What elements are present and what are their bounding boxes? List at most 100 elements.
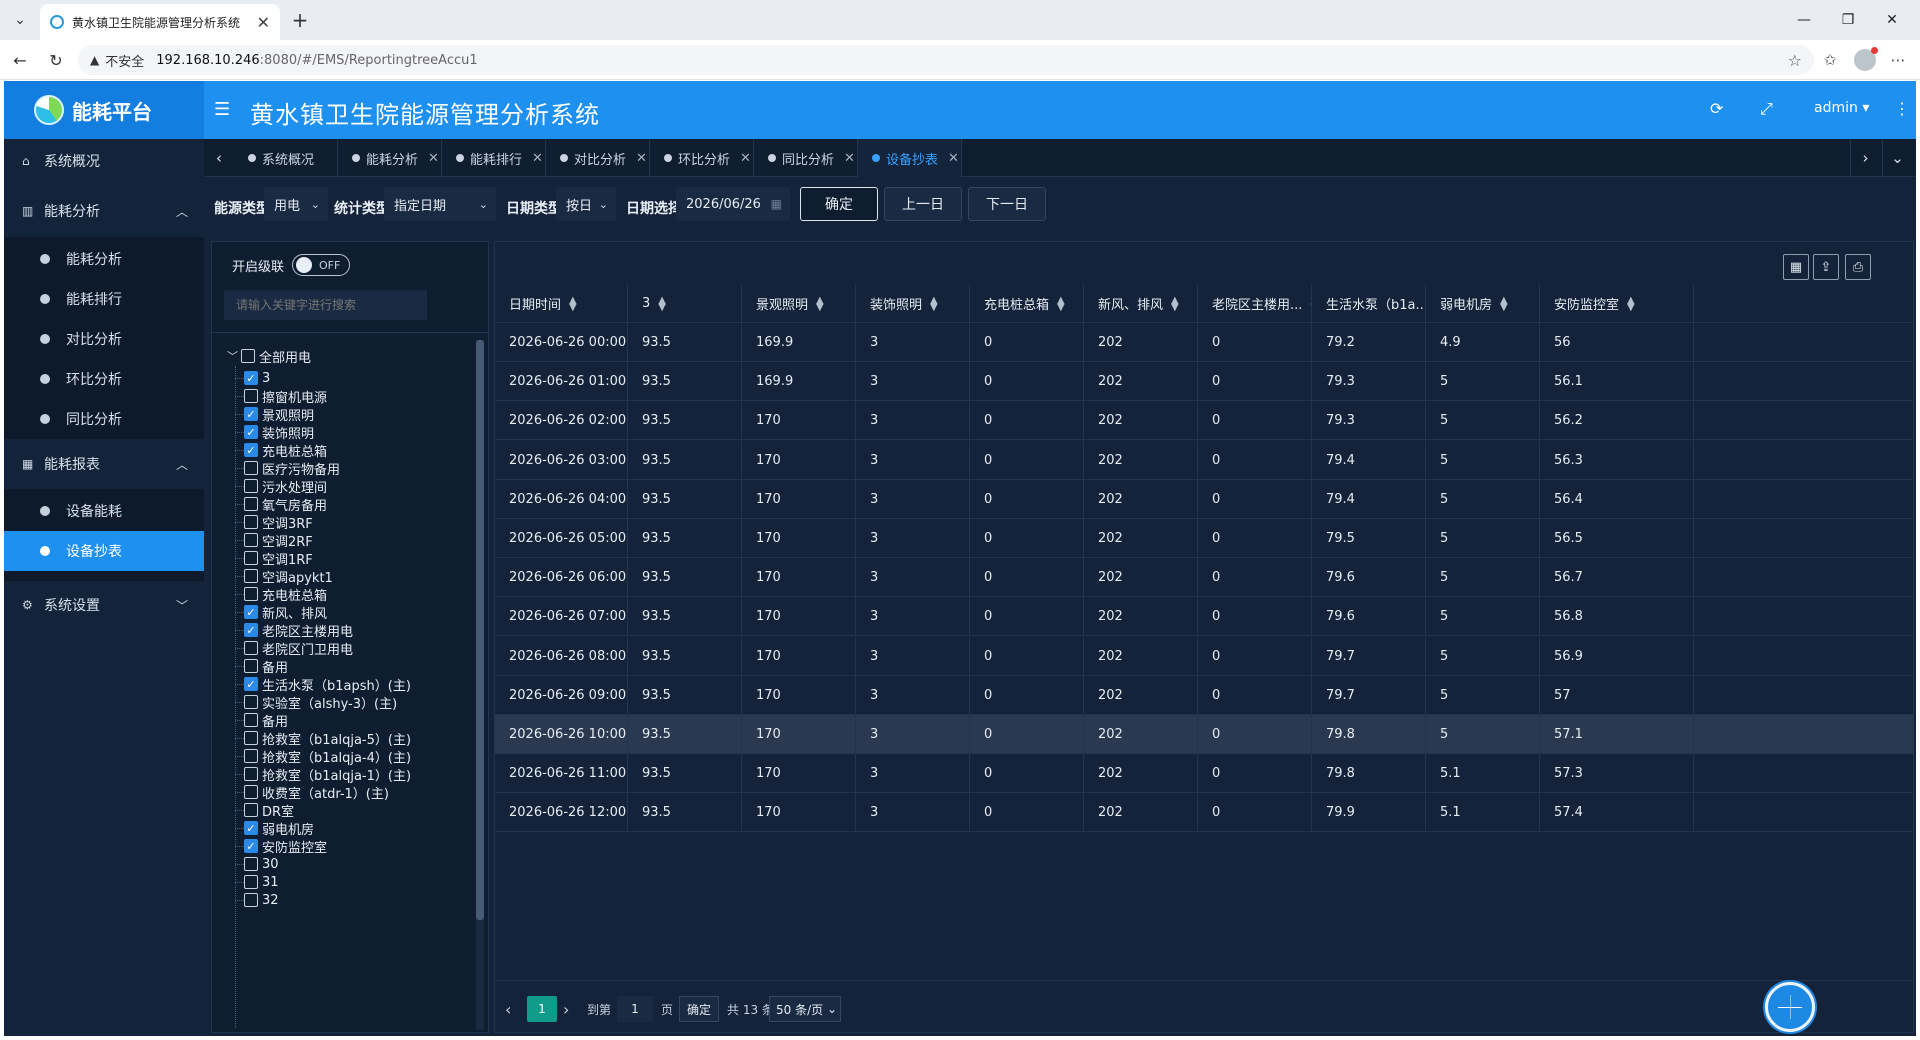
table-row[interactable]: 2026-06-26 12:00:0093.517030202079.95.15… bbox=[495, 793, 1913, 833]
checkbox-icon[interactable] bbox=[244, 515, 258, 529]
column-header[interactable]: 生活水泵（b1a...▲▼ bbox=[1312, 284, 1426, 323]
tree-node[interactable]: ✓ 新风、排风 bbox=[234, 602, 327, 622]
checkbox-checked-icon[interactable]: ✓ bbox=[244, 443, 258, 457]
favorites-icon[interactable]: ✩ bbox=[1818, 48, 1842, 72]
next-day-button[interactable]: 下一日 bbox=[968, 187, 1046, 221]
tab-mom[interactable]: 环比分析 ✕ bbox=[650, 139, 754, 177]
tree-node[interactable]: ✓ 安防监控室 bbox=[234, 836, 327, 856]
tab-device-reading[interactable]: 设备抄表 ✕ bbox=[858, 139, 962, 177]
tree-node[interactable]: 抢救室（b1alqja-1）(主) bbox=[234, 764, 411, 784]
close-icon[interactable]: ✕ bbox=[532, 151, 543, 166]
column-header[interactable]: 景观照明 ▲ ▼ bbox=[742, 284, 856, 323]
tree-root[interactable]: ﹀ 全部用电 bbox=[227, 346, 311, 366]
tree-node[interactable]: ✓ 老院区主楼用电 bbox=[234, 620, 353, 640]
date-picker[interactable]: 2026/06/26 ▦ bbox=[676, 187, 790, 221]
checkbox-checked-icon[interactable]: ✓ bbox=[244, 605, 258, 619]
table-row[interactable]: 2026-06-26 09:00:0093.517030202079.7557 bbox=[495, 675, 1913, 715]
tab-overview[interactable]: 系统概况 bbox=[234, 139, 338, 177]
tree-node[interactable]: ✓ 装饰照明 bbox=[234, 422, 314, 442]
tree-node[interactable]: 30 bbox=[235, 854, 279, 874]
table-row[interactable]: 2026-06-26 04:00:0093.517030202079.4556.… bbox=[495, 479, 1913, 519]
tree-node[interactable]: 空调3RF bbox=[235, 512, 313, 532]
close-tab-icon[interactable]: ✕ bbox=[257, 13, 270, 32]
profile-avatar[interactable] bbox=[1854, 47, 1878, 71]
sort-icon[interactable]: ▲▼ bbox=[1057, 295, 1065, 312]
table-row[interactable]: 2026-06-26 10:00:0093.517030202079.8557.… bbox=[495, 715, 1913, 754]
sidebar-item-yoy[interactable]: 同比分析 bbox=[4, 399, 204, 439]
checkbox-icon[interactable] bbox=[244, 767, 258, 781]
tabs-scroll-right-icon[interactable]: › bbox=[1850, 139, 1880, 177]
checkbox-checked-icon[interactable]: ✓ bbox=[244, 623, 258, 637]
goto-page-input[interactable]: 1 bbox=[617, 996, 653, 1022]
stat-type-select[interactable]: 指定日期 ⌄ bbox=[384, 187, 496, 221]
column-header[interactable]: 新风、排风 ▲ ▼ bbox=[1084, 284, 1198, 323]
checkbox-icon[interactable] bbox=[244, 749, 258, 763]
checkbox-checked-icon[interactable]: ✓ bbox=[244, 821, 258, 835]
close-icon[interactable]: ✕ bbox=[844, 151, 855, 166]
sidebar-item-device-energy[interactable]: 设备能耗 bbox=[4, 491, 204, 531]
tree-node[interactable]: 医疗污物备用 bbox=[234, 458, 340, 478]
checkbox-icon[interactable] bbox=[244, 731, 258, 745]
table-row[interactable]: 2026-06-26 03:00:0093.517030202079.4556.… bbox=[495, 440, 1913, 480]
fullscreen-icon[interactable]: ⤢ bbox=[1760, 99, 1773, 119]
table-row[interactable]: 2026-06-26 01:00:0093.5169.930202079.355… bbox=[495, 362, 1913, 402]
close-icon[interactable]: ✕ bbox=[428, 151, 439, 166]
checkbox-icon[interactable] bbox=[244, 893, 258, 907]
sidebar-group-reports[interactable]: ▦ 能耗报表 ︿ bbox=[4, 442, 204, 486]
close-window-button[interactable]: ✕ bbox=[1862, 6, 1920, 34]
sidebar-item-mom[interactable]: 环比分析 bbox=[4, 359, 204, 399]
bookmark-star-icon[interactable]: ☆ bbox=[1788, 51, 1802, 70]
tree-node[interactable]: ✓ 生活水泵（b1apsh）(主) bbox=[235, 674, 411, 694]
checkbox-icon[interactable] bbox=[244, 713, 258, 727]
date-type-select[interactable]: 按日 ⌄ bbox=[556, 187, 616, 221]
checkbox-icon[interactable] bbox=[244, 497, 258, 511]
column-header[interactable]: 弱电机房 ▲ ▼ bbox=[1426, 284, 1540, 323]
checkbox-icon[interactable] bbox=[244, 389, 258, 403]
prev-page-icon[interactable]: ‹ bbox=[505, 996, 521, 1022]
checkbox-icon[interactable] bbox=[244, 533, 258, 547]
sort-icon[interactable]: ▲▼ bbox=[658, 295, 666, 312]
tabs-menu-icon[interactable]: ⌄ bbox=[1882, 139, 1912, 177]
column-header[interactable]: 老院区主楼用...▲▼ bbox=[1198, 284, 1312, 323]
tree-node[interactable]: 抢救室（b1alqja-4）(主) bbox=[234, 746, 411, 766]
checkbox-checked-icon[interactable]: ✓ bbox=[244, 425, 258, 439]
checkbox-checked-icon[interactable]: ✓ bbox=[244, 371, 258, 385]
tree-scrollbar[interactable] bbox=[476, 340, 484, 1030]
sidebar-item-comparison[interactable]: 对比分析 bbox=[4, 319, 204, 359]
column-header[interactable]: 充电桩总箱 ▲ ▼ bbox=[970, 284, 1084, 323]
checkbox-icon[interactable] bbox=[244, 803, 258, 817]
column-header[interactable]: 3 ▲ ▼ bbox=[628, 284, 742, 323]
sort-icon[interactable]: ▲▼ bbox=[1627, 295, 1635, 312]
sidebar-group-analysis[interactable]: ▥ 能耗分析 ︿ bbox=[4, 189, 204, 233]
table-row[interactable]: 2026-06-26 02:00:0093.517030202079.3556.… bbox=[495, 401, 1913, 441]
tab-list-button[interactable]: ⌄ bbox=[8, 8, 32, 32]
tabs-scroll-left-icon[interactable]: ‹ bbox=[204, 139, 234, 177]
checkbox-checked-icon[interactable]: ✓ bbox=[244, 407, 258, 421]
tree-node[interactable]: ✓ 3 bbox=[234, 368, 270, 388]
tab-energy-ranking[interactable]: 能耗排行 ✕ bbox=[442, 139, 546, 177]
column-header[interactable]: 日期时间 ▲ ▼ bbox=[495, 284, 628, 323]
export-icon[interactable]: ⇪ bbox=[1813, 254, 1839, 280]
menu-toggle-icon[interactable]: ☰ bbox=[214, 99, 230, 120]
sort-icon[interactable]: ▲▼ bbox=[816, 295, 824, 312]
print-icon[interactable]: ⎙ bbox=[1845, 254, 1871, 280]
tree-node[interactable]: ✓ 弱电机房 bbox=[234, 818, 314, 838]
url-field[interactable]: ▲ 不安全 192.168.10.246 :8080/#/EMS/Reporti… bbox=[78, 45, 1814, 75]
checkbox-icon[interactable] bbox=[244, 695, 258, 709]
checkbox-icon[interactable] bbox=[244, 551, 258, 565]
header-more-icon[interactable]: ⋮ bbox=[1894, 99, 1910, 118]
tree-node[interactable]: 老院区门卫用电 bbox=[234, 638, 353, 658]
tree-search-input[interactable] bbox=[224, 290, 427, 320]
tree-node[interactable]: 空调2RF bbox=[235, 530, 313, 550]
checkbox-icon[interactable] bbox=[244, 875, 258, 889]
close-icon[interactable]: ✕ bbox=[948, 151, 959, 166]
tree-node[interactable]: 备用 bbox=[234, 656, 288, 676]
checkbox-icon[interactable] bbox=[244, 587, 258, 601]
table-row[interactable]: 2026-06-26 06:00:0093.517030202079.6556.… bbox=[495, 558, 1913, 598]
table-row[interactable]: 2026-06-26 07:00:0093.517030202079.6556.… bbox=[495, 597, 1913, 637]
tree-node[interactable]: ✓ 景观照明 bbox=[234, 404, 314, 424]
close-icon[interactable]: ✕ bbox=[636, 151, 647, 166]
table-row[interactable]: 2026-06-26 05:00:0093.517030202079.5556.… bbox=[495, 519, 1913, 558]
chevron-down-icon[interactable]: ﹀ bbox=[227, 348, 241, 364]
checkbox-icon[interactable] bbox=[244, 641, 258, 655]
